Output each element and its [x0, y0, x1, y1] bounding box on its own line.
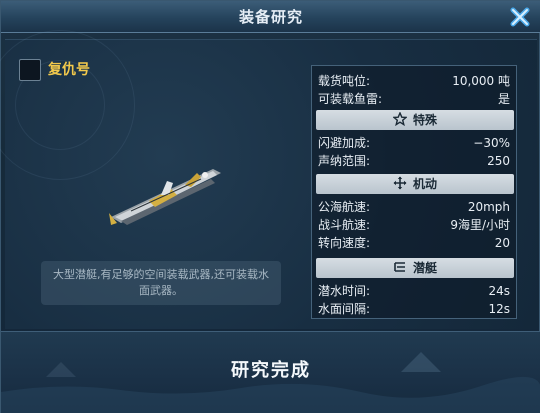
section-header-submarine: 潜艇: [316, 258, 514, 278]
stat-label: 可装载鱼雷:: [318, 92, 383, 106]
stat-row: 声纳范围: 250: [318, 152, 512, 170]
stat-label: 载货吨位:: [318, 74, 371, 88]
stat-label: 战斗航速:: [318, 218, 371, 232]
stat-row: 战斗航速: 9海里/小时: [318, 216, 512, 234]
stat-row: 可装载鱼雷: 是: [318, 90, 512, 108]
stat-row: 水面间隔: 12s: [318, 300, 512, 318]
stat-value: 是: [497, 92, 510, 106]
stat-value: 20mph: [467, 200, 510, 214]
stat-label: 公海航速:: [318, 200, 371, 214]
move-arrows-icon: [393, 176, 407, 190]
stat-value: 10,000 吨: [452, 74, 510, 88]
stat-row: 转向速度: 20: [318, 234, 512, 252]
stat-row: 载货吨位: 10,000 吨: [318, 72, 512, 90]
section-header-mobility: 机动: [316, 174, 514, 194]
research-window: 装备研究 复仇号 大型潜艇,有足够的空间装载武器,还可装载水面武器。 载货吨位:…: [0, 0, 540, 413]
ship-description: 大型潜艇,有足够的空间装载武器,还可装载水面武器。: [41, 261, 281, 305]
stat-value: 24s: [488, 284, 510, 298]
stat-value: 20: [494, 236, 510, 250]
stat-label: 闪避加成:: [318, 136, 371, 150]
stat-row: 公海航速: 20mph: [318, 198, 512, 216]
stat-value: −30%: [473, 136, 510, 150]
ship-checkbox[interactable]: [19, 59, 41, 81]
ship-name: 复仇号: [48, 62, 90, 78]
stat-value: 250: [487, 154, 510, 168]
stat-value: 12s: [488, 302, 510, 316]
section-title: 特殊: [412, 113, 437, 127]
stat-row: 潜水时间: 24s: [318, 282, 512, 300]
stat-label: 声纳范围:: [318, 154, 371, 168]
research-complete-button[interactable]: 研究完成: [171, 351, 371, 391]
stat-label: 水面间隔:: [318, 302, 371, 316]
submarine-image: [109, 169, 221, 225]
section-title: 潜艇: [412, 261, 437, 275]
list-icon: [394, 262, 405, 272]
window-title: 装备研究: [238, 8, 303, 26]
stat-label: 转向速度:: [318, 236, 371, 250]
stat-label: 潜水时间:: [318, 284, 371, 298]
close-icon: [510, 7, 530, 27]
close-button[interactable]: [507, 4, 533, 30]
section-title: 机动: [412, 177, 437, 191]
title-bar: 装备研究: [1, 1, 540, 33]
stat-value: 9海里/小时: [450, 218, 510, 232]
stat-row: 闪避加成: −30%: [318, 134, 512, 152]
stats-panel: 载货吨位: 10,000 吨 可装载鱼雷: 是 特殊 闪避加成: −30% 声纳…: [311, 65, 517, 319]
section-header-special: 特殊: [316, 110, 514, 130]
star-icon: [392, 112, 407, 126]
